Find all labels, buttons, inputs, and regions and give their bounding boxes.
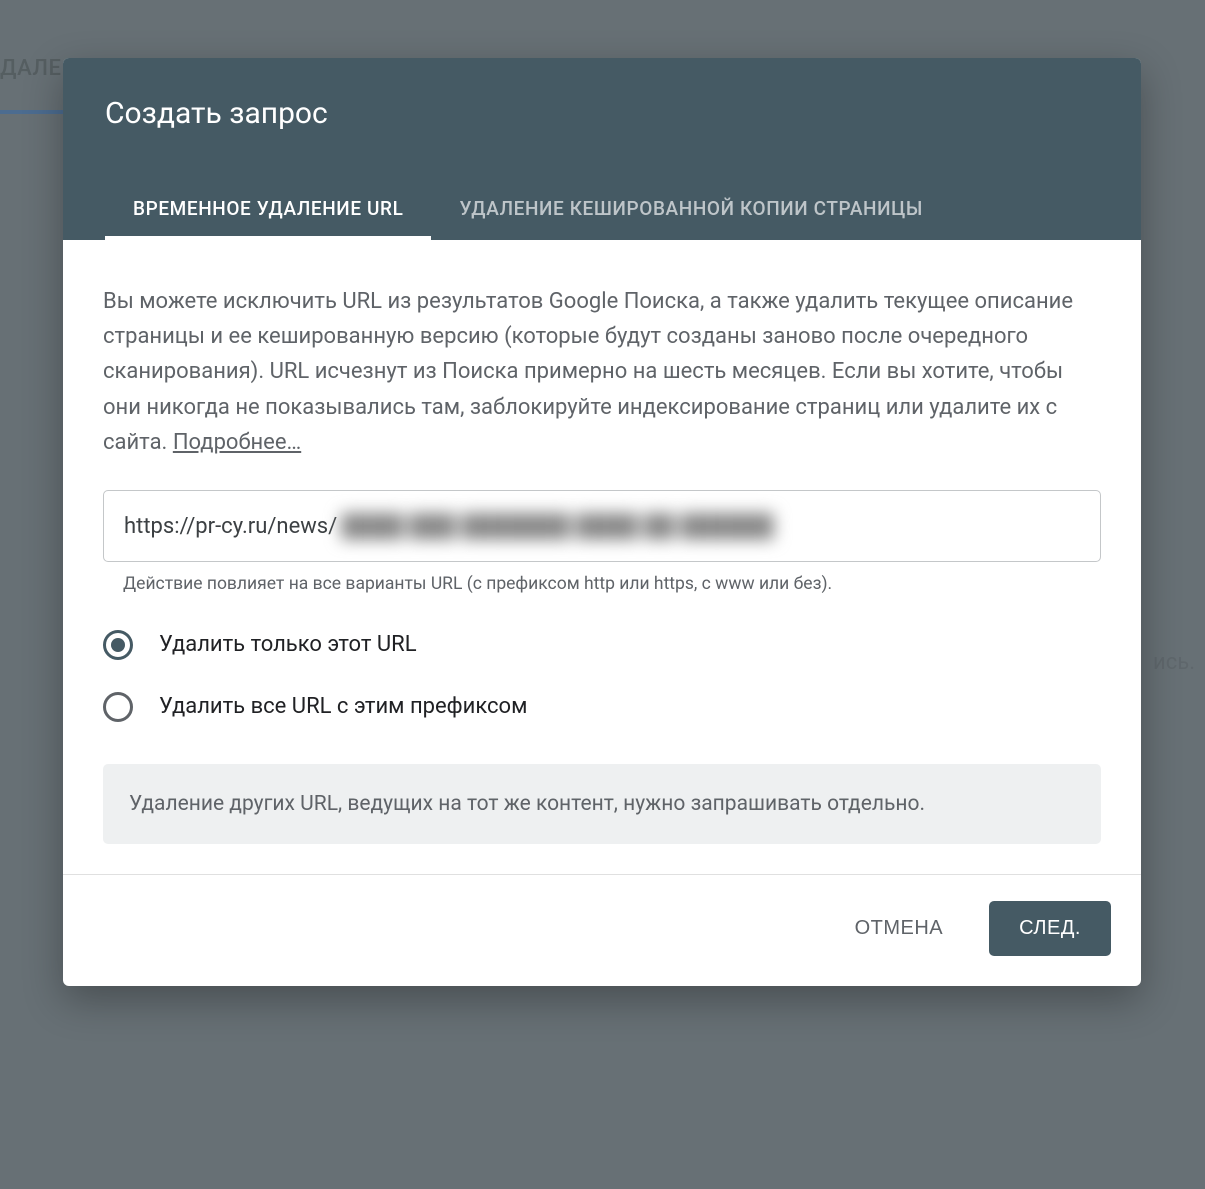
url-input-redacted: ████ ███ ███████ ████ ██ ██████ bbox=[337, 513, 774, 539]
dialog-tabs: ВРЕМЕННОЕ УДАЛЕНИЕ URL УДАЛЕНИЕ КЕШИРОВА… bbox=[105, 179, 1099, 240]
radio-remove-prefix[interactable]: Удалить все URL с этим префиксом bbox=[103, 692, 1101, 722]
url-input-value: https://pr-cy.ru/news/ bbox=[124, 514, 337, 539]
create-request-dialog: Создать запрос ВРЕМЕННОЕ УДАЛЕНИЕ URL УД… bbox=[63, 58, 1141, 986]
removal-scope-radio-group: Удалить только этот URL Удалить все URL … bbox=[103, 630, 1101, 722]
tab-clear-cached[interactable]: УДАЛЕНИЕ КЕШИРОВАННОЙ КОПИИ СТРАНИЦЫ bbox=[431, 179, 951, 240]
tab-temporary-removal[interactable]: ВРЕМЕННОЕ УДАЛЕНИЕ URL bbox=[105, 179, 431, 240]
url-input[interactable]: https://pr-cy.ru/news/████ ███ ███████ █… bbox=[103, 490, 1101, 562]
radio-icon bbox=[103, 692, 133, 722]
info-note: Удаление других URL, ведущих на тот же к… bbox=[103, 764, 1101, 845]
learn-more-link[interactable]: Подробнее… bbox=[173, 430, 301, 455]
radio-icon bbox=[103, 630, 133, 660]
dialog-title: Создать запрос bbox=[105, 96, 1099, 131]
next-button[interactable]: СЛЕД. bbox=[989, 901, 1111, 956]
radio-remove-only-this-url[interactable]: Удалить только этот URL bbox=[103, 630, 1101, 660]
dialog-header: Создать запрос ВРЕМЕННОЕ УДАЛЕНИЕ URL УД… bbox=[63, 58, 1141, 240]
radio-label: Удалить все URL с этим префиксом bbox=[159, 694, 527, 719]
radio-label: Удалить только этот URL bbox=[159, 632, 417, 657]
description-text: Вы можете исключить URL из результатов G… bbox=[103, 284, 1101, 460]
url-hint: Действие повлияет на все варианты URL (с… bbox=[103, 574, 1101, 594]
dialog-body: Вы можете исключить URL из результатов G… bbox=[63, 240, 1141, 874]
dialog-footer: ОТМЕНА СЛЕД. bbox=[63, 874, 1141, 986]
cancel-button[interactable]: ОТМЕНА bbox=[825, 901, 974, 956]
